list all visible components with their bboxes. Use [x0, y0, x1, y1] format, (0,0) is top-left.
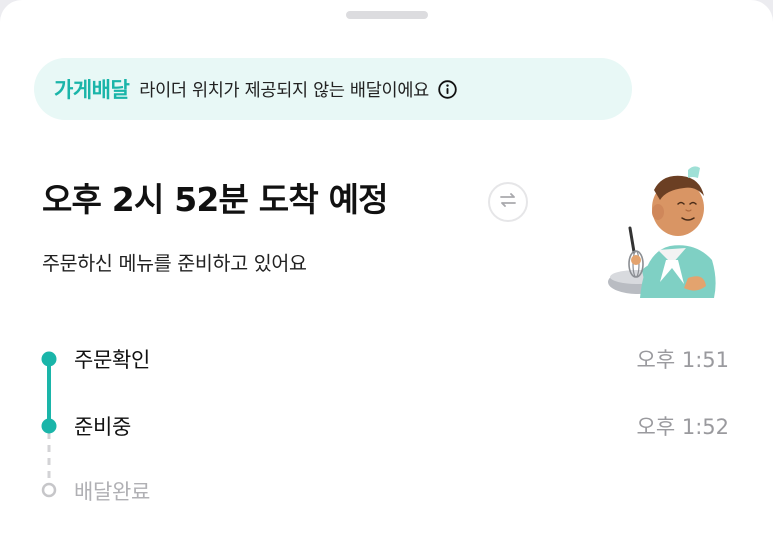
step-label-confirmed: 주문확인 [74, 348, 151, 372]
step-time-confirmed: 오후 1:51 [636, 348, 729, 372]
step-label-delivered: 배달완료 [74, 480, 151, 504]
timeline-track [41, 351, 57, 498]
step-dot-done [41, 351, 57, 367]
order-progress-timeline: 주문확인 오후 1:51 준비중 오후 1:52 배달완료 [0, 0, 773, 534]
step-dot-pending [41, 482, 57, 498]
bottom-sheet: 가게배달 라이더 위치가 제공되지 않는 배달이에요 오후 2시 52분 도착 … [0, 0, 773, 534]
step-dot-done [41, 418, 57, 434]
step-time-preparing: 오후 1:52 [636, 415, 729, 439]
step-label-preparing: 준비중 [74, 415, 132, 439]
